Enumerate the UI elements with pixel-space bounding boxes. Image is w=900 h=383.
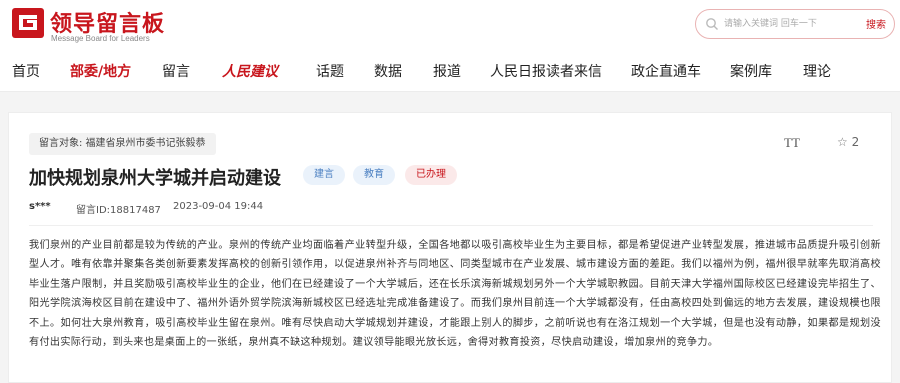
nav-item-messages[interactable]: 留言 bbox=[162, 61, 190, 81]
site-logo[interactable]: 领导留言板 Message Board for Leaders bbox=[12, 6, 164, 46]
nav-item-enterprise[interactable]: 政企直通车 bbox=[631, 61, 701, 81]
message-card: 留言对象: 福建省泉州市委书记张毅恭 TT ☆ 2 加快规划泉州大学城并启动建设… bbox=[8, 112, 892, 383]
nav-item-reports[interactable]: 报道 bbox=[433, 61, 461, 81]
message-body: 我们泉州的产业目前都是较为传统的产业。泉州的传统产业均面临着产业转型升级，全国各… bbox=[29, 240, 881, 349]
top-bar: 领导留言板 Message Board for Leaders 搜索 bbox=[0, 0, 900, 52]
search-icon bbox=[706, 18, 718, 30]
nav-item-home[interactable]: 首页 bbox=[12, 61, 40, 81]
search-box: 搜索 bbox=[695, 9, 895, 39]
message-date: 2023-09-04 19:44 bbox=[173, 201, 264, 212]
message-author: s*** bbox=[29, 201, 51, 212]
logo-mark-icon bbox=[12, 8, 44, 38]
nav-item-topics[interactable]: 话题 bbox=[316, 61, 344, 81]
star-icon: ☆ bbox=[837, 135, 848, 149]
nav-item-theory[interactable]: 理论 bbox=[803, 61, 831, 81]
nav-item-reader-letters[interactable]: 人民日报读者来信 bbox=[490, 61, 602, 81]
tag-education: 教育 bbox=[353, 165, 395, 185]
search-input[interactable] bbox=[724, 15, 854, 33]
main-nav: 首页 部委/地方 留言 人民建议 话题 数据 报道 人民日报读者来信 政企直通车… bbox=[0, 52, 900, 92]
favorite-count: 2 bbox=[851, 135, 860, 149]
logo-subtitle: Message Board for Leaders bbox=[51, 34, 150, 43]
divider bbox=[29, 225, 873, 226]
nav-item-data[interactable]: 数据 bbox=[374, 61, 402, 81]
message-target: 留言对象: 福建省泉州市委书记张毅恭 bbox=[29, 133, 216, 155]
search-button[interactable]: 搜索 bbox=[866, 16, 886, 31]
nav-item-case-library[interactable]: 案例库 bbox=[730, 61, 772, 81]
tag-suggestion: 建言 bbox=[303, 165, 345, 185]
status-badge: 已办理 bbox=[405, 165, 457, 185]
nav-item-people-suggestions[interactable]: 人民建议 bbox=[222, 61, 278, 81]
message-title: 加快规划泉州大学城并启动建设 bbox=[29, 168, 281, 189]
font-size-button[interactable]: TT bbox=[784, 135, 800, 151]
nav-item-departments[interactable]: 部委/地方 bbox=[70, 61, 131, 81]
favorite-button[interactable]: ☆ 2 bbox=[837, 135, 859, 149]
message-id: 留言ID:18817487 bbox=[76, 205, 161, 216]
